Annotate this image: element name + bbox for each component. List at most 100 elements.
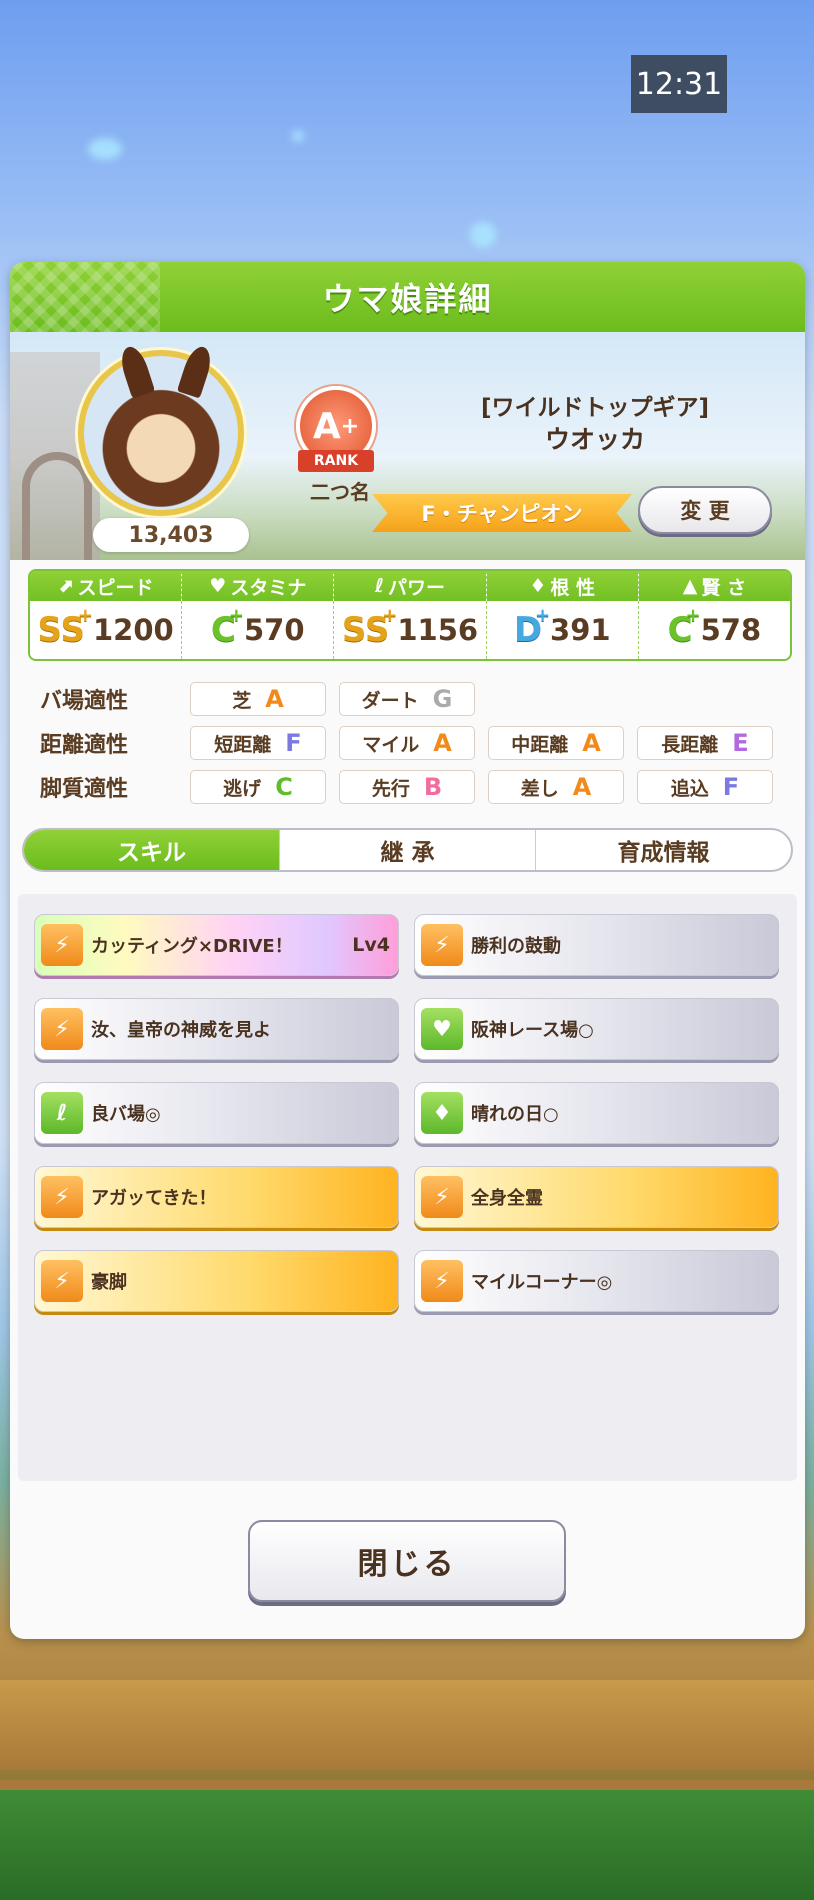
sparkle-decoration (470, 222, 496, 248)
stats-table: ⬈ スピード SS +1200 ♥ スタミナ C +570 ℓ パワー SS +1156 ♦… (28, 569, 792, 661)
skill-name: 汝、皇帝の神威を見よ (91, 1020, 271, 1041)
grass-background (0, 1790, 814, 1900)
aptitude-chip: マイル A (339, 726, 475, 760)
stat-stamina: ♥ スタミナ C +570 (182, 571, 335, 659)
stat-value: 578 (700, 613, 762, 647)
aptitude-chip: 長距離 E (637, 726, 773, 760)
sparkle-decoration (88, 138, 122, 160)
stat-grade-plus: + (77, 605, 93, 626)
skill-name: マイルコーナー◎ (471, 1272, 613, 1293)
stat-value: 391 (550, 613, 611, 647)
skill-item[interactable]: ♦ 晴れの日○ (414, 1082, 779, 1144)
aptitude-chip: 中距離 A (488, 726, 624, 760)
skill-name: 全身全霊 (471, 1188, 543, 1209)
stat-label: 根 性 (550, 576, 596, 599)
stat-wit: ▲ 賢 さ C +578 (638, 571, 790, 659)
tab-training-info[interactable]: 育成情報 (536, 830, 791, 870)
stat-value: 570 (244, 613, 305, 647)
skill-name: 阪神レース場○ (471, 1020, 594, 1041)
aptitude-grade: F (722, 773, 740, 801)
stat-value: 1200 (92, 613, 174, 647)
skill-name: カッティング×DRIVE！ (91, 936, 293, 957)
running-icon: ⚡ (421, 924, 463, 966)
aptitude-label: 脚質適性 (40, 777, 129, 802)
stat-grade-plus: + (382, 605, 398, 626)
aptitude-grade: A (433, 729, 452, 757)
flame-icon: ♦ (529, 575, 547, 597)
aptitude-name: 逃げ (223, 777, 262, 800)
graduation-cap-icon: ▲ (682, 575, 698, 597)
aptitude-label: 距離適性 (40, 733, 129, 758)
close-button[interactable]: 閉じる (248, 1520, 566, 1602)
stat-value-row: SS +1200 (30, 601, 181, 659)
skill-item[interactable]: ⚡ 汝、皇帝の神威を見よ (34, 998, 399, 1060)
aptitude-chip: 逃げ C (190, 770, 326, 804)
flame-icon: ♦ (421, 1092, 463, 1134)
character-portrait[interactable] (78, 343, 244, 516)
aptitude-row-style: 脚質適性 逃げ C 先行 B 差し A 追込 F (40, 768, 800, 806)
skill-name: 勝利の鼓動 (471, 936, 561, 957)
skill-item[interactable]: ⚡ マイルコーナー◎ (414, 1250, 779, 1312)
stat-value-row: D +391 (487, 601, 638, 659)
stat-grade: C + (668, 607, 701, 648)
stat-header: ℓ パワー (334, 571, 486, 601)
skill-list: ⚡ カッティング×DRIVE！ Lv4 ⚡ 勝利の鼓動 ⚡ 汝、皇帝の神威を見よ… (18, 894, 797, 1481)
heart-icon: ♥ (209, 575, 227, 597)
fence-background (0, 1680, 814, 1770)
skill-item[interactable]: ⚡ カッティング×DRIVE！ Lv4 (34, 914, 399, 976)
aptitude-chip: 差し A (488, 770, 624, 804)
aptitude-name: 短距離 (214, 733, 272, 756)
aptitude-grade: G (432, 685, 453, 713)
stat-header: ♥ スタミナ (182, 571, 334, 601)
stat-value-row: C +578 (639, 601, 790, 659)
aptitude-name: マイル (362, 733, 420, 756)
skill-level: Lv4 (352, 934, 390, 956)
skill-item[interactable]: ℓ 良バ場◎ (34, 1082, 399, 1144)
aptitude-grade: A (265, 685, 284, 713)
aptitude-grade: F (285, 729, 302, 757)
stat-label: パワー (387, 576, 445, 599)
aptitude-chip: ダート G (339, 682, 475, 716)
stat-grade: D + (514, 607, 550, 648)
skill-name: 豪脚 (91, 1272, 127, 1293)
running-icon: ⚡ (421, 1260, 463, 1302)
stat-label: 賢 さ (701, 576, 747, 599)
running-icon: ⚡ (41, 1008, 83, 1050)
fan-count: 13,403 (93, 518, 249, 552)
aptitude-grade: B (423, 773, 443, 801)
rank-plus: + (340, 413, 360, 439)
profile-header: 13,403 A + RANK 二つ名 [ワイルドトップギア] ウオッカ F・チャ… (10, 332, 805, 560)
aptitude-name: 先行 (371, 777, 410, 800)
arch-background (22, 452, 92, 560)
skill-item[interactable]: ⚡ アガッてきた！ (34, 1166, 399, 1228)
rank-grade: A (312, 405, 341, 447)
aptitude-grade: A (572, 773, 592, 801)
stat-grade-plus: + (228, 605, 244, 626)
stat-value-row: C +570 (182, 601, 333, 659)
tab-inheritance[interactable]: 継 承 (280, 830, 536, 870)
detail-tabs: スキル 継 承 育成情報 (22, 828, 793, 872)
shoe-icon: ⬈ (57, 575, 74, 597)
character-name: ウオッカ (544, 425, 645, 454)
stat-grade: SS + (38, 607, 93, 648)
stat-grade: SS + (342, 607, 397, 648)
stat-grade-plus: + (685, 605, 701, 626)
character-epithet: [ワイルドトップギア] (480, 395, 710, 421)
skill-item[interactable]: ⚡ 勝利の鼓動 (414, 914, 779, 976)
stat-value: 1156 (397, 613, 479, 647)
stat-speed: ⬈ スピード SS +1200 (30, 571, 183, 659)
stat-power: ℓ パワー SS +1156 (334, 571, 487, 659)
skill-name: アガッてきた！ (91, 1188, 217, 1209)
skill-item[interactable]: ⚡ 豪脚 (34, 1250, 399, 1312)
aptitude-name: 芝 (232, 689, 252, 712)
aptitude-chip: 短距離 F (190, 726, 326, 760)
running-icon: ⚡ (41, 1176, 83, 1218)
aptitude-row-distance: 距離適性 短距離 F マイル A 中距離 A 長距離 E (40, 724, 800, 762)
skill-item[interactable]: ⚡ 全身全霊 (414, 1166, 779, 1228)
change-title-button[interactable]: 変 更 (638, 486, 772, 534)
tab-skills[interactable]: スキル (24, 830, 280, 870)
rank-label: RANK (298, 450, 374, 472)
aptitude-chip: 追込 F (637, 770, 773, 804)
nickname-label: 二つ名 (310, 480, 370, 504)
skill-item[interactable]: ♥ 阪神レース場○ (414, 998, 779, 1060)
